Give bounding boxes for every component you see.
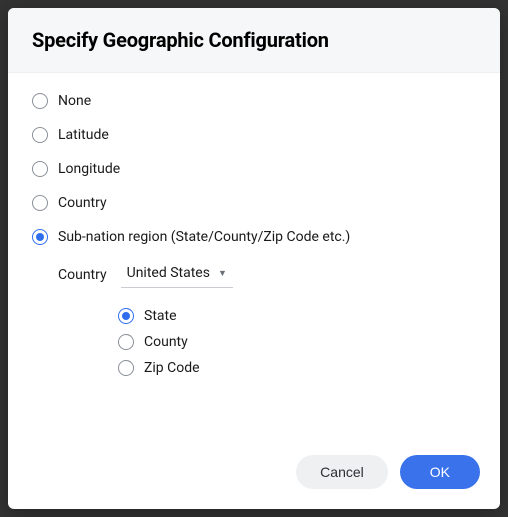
radio-label: State <box>144 308 177 324</box>
ok-button[interactable]: OK <box>400 455 480 489</box>
chevron-down-icon: ▼ <box>218 268 227 279</box>
dialog-header: Specify Geographic Configuration <box>8 8 500 73</box>
subnation-details: Country United States ▼ State <box>58 261 476 376</box>
radio-label: Country <box>58 195 107 211</box>
radio-icon <box>118 334 134 350</box>
radio-icon <box>118 308 134 324</box>
geographic-config-dialog: Specify Geographic Configuration None La… <box>8 8 500 509</box>
geo-type-radio-group: None Latitude Longitude Country Sub-nati… <box>32 93 476 376</box>
radio-label: Longitude <box>58 161 120 177</box>
country-select-value: United States <box>127 265 210 281</box>
radio-option-longitude[interactable]: Longitude <box>32 161 476 177</box>
country-row: Country United States ▼ <box>58 261 476 288</box>
radio-icon <box>32 127 48 143</box>
radio-label: County <box>144 334 188 350</box>
radio-option-zip[interactable]: Zip Code <box>118 360 476 376</box>
country-label: Country <box>58 267 107 283</box>
radio-option-county[interactable]: County <box>118 334 476 350</box>
radio-option-latitude[interactable]: Latitude <box>32 127 476 143</box>
radio-option-country[interactable]: Country <box>32 195 476 211</box>
radio-icon <box>32 161 48 177</box>
dialog-body: None Latitude Longitude Country Sub-nati… <box>8 73 500 439</box>
radio-option-subnation[interactable]: Sub-nation region (State/County/Zip Code… <box>32 229 476 245</box>
radio-icon <box>32 229 48 245</box>
radio-label: None <box>58 93 91 109</box>
radio-option-subnation-wrapper: Sub-nation region (State/County/Zip Code… <box>32 229 476 376</box>
dialog-title: Specify Geographic Configuration <box>32 28 476 52</box>
dialog-footer: Cancel OK <box>8 439 500 509</box>
radio-label: Latitude <box>58 127 109 143</box>
radio-icon <box>118 360 134 376</box>
country-select[interactable]: United States ▼ <box>121 261 233 288</box>
radio-option-none[interactable]: None <box>32 93 476 109</box>
radio-icon <box>32 93 48 109</box>
radio-label: Zip Code <box>144 360 200 376</box>
radio-icon <box>32 195 48 211</box>
cancel-button[interactable]: Cancel <box>296 455 388 489</box>
radio-option-state[interactable]: State <box>118 308 476 324</box>
radio-label: Sub-nation region (State/County/Zip Code… <box>58 229 350 245</box>
subnation-level-radio-group: State County Zip Code <box>118 308 476 376</box>
